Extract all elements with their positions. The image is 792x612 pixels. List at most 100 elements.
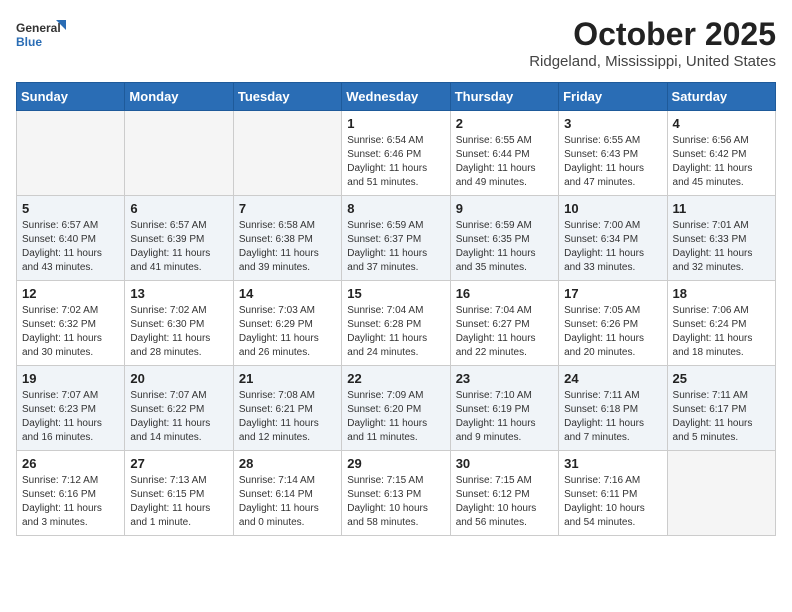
calendar-cell: 24 Sunrise: 7:11 AM Sunset: 6:18 PM Dayli…	[559, 366, 667, 451]
page-header: General Blue October 2025 Ridgeland, Mis…	[16, 16, 776, 70]
calendar-cell: 31 Sunrise: 7:16 AM Sunset: 6:11 PM Dayli…	[559, 451, 667, 536]
calendar-cell: 20 Sunrise: 7:07 AM Sunset: 6:22 PM Dayli…	[125, 366, 233, 451]
calendar-cell: 2 Sunrise: 6:55 AM Sunset: 6:44 PM Daylig…	[450, 111, 558, 196]
calendar-cell	[17, 111, 125, 196]
day-number: 20	[130, 371, 227, 386]
calendar-cell: 10 Sunrise: 7:00 AM Sunset: 6:34 PM Dayli…	[559, 196, 667, 281]
day-number: 1	[347, 116, 444, 131]
calendar-cell: 14 Sunrise: 7:03 AM Sunset: 6:29 PM Dayli…	[233, 281, 341, 366]
day-info: Sunrise: 7:00 AM Sunset: 6:34 PM Dayligh…	[564, 219, 661, 275]
day-number: 25	[673, 371, 770, 386]
calendar-cell: 29Sunrise: 7:15 AM Sunset: 6:13 PM Dayli…	[342, 451, 450, 536]
calendar-cell: 21 Sunrise: 7:08 AM Sunset: 6:21 PM Dayli…	[233, 366, 341, 451]
week-row-3: 12 Sunrise: 7:02 AM Sunset: 6:32 PM Dayli…	[17, 281, 776, 366]
day-number: 16	[456, 286, 553, 301]
calendar-cell: 3 Sunrise: 6:55 AM Sunset: 6:43 PM Daylig…	[559, 111, 667, 196]
day-info: Sunrise: 7:15 AM Sunset: 6:12 PM Dayligh…	[456, 474, 553, 530]
day-number: 28	[239, 456, 336, 471]
calendar-cell: 17 Sunrise: 7:05 AM Sunset: 6:26 PM Dayli…	[559, 281, 667, 366]
day-number: 2	[456, 116, 553, 131]
logo: General Blue	[16, 16, 66, 54]
calendar-cell: 25 Sunrise: 7:11 AM Sunset: 6:17 PM Dayli…	[667, 366, 775, 451]
weekday-header-wednesday: Wednesday	[342, 83, 450, 111]
day-info: Sunrise: 7:14 AM Sunset: 6:14 PM Dayligh…	[239, 474, 336, 530]
calendar-cell: 11 Sunrise: 7:01 AM Sunset: 6:33 PM Dayli…	[667, 196, 775, 281]
calendar-cell: 28 Sunrise: 7:14 AM Sunset: 6:14 PM Dayli…	[233, 451, 341, 536]
day-number: 12	[22, 286, 119, 301]
day-number: 18	[673, 286, 770, 301]
logo-icon: General Blue	[16, 16, 66, 54]
day-number: 27	[130, 456, 227, 471]
day-info: Sunrise: 7:02 AM Sunset: 6:32 PM Dayligh…	[22, 304, 119, 360]
day-number: 10	[564, 201, 661, 216]
calendar-cell: 15 Sunrise: 7:04 AM Sunset: 6:28 PM Dayli…	[342, 281, 450, 366]
calendar-cell: 30 Sunrise: 7:15 AM Sunset: 6:12 PM Dayli…	[450, 451, 558, 536]
day-info: Sunrise: 7:01 AM Sunset: 6:33 PM Dayligh…	[673, 219, 770, 275]
day-number: 6	[130, 201, 227, 216]
day-info: Sunrise: 7:10 AM Sunset: 6:19 PM Dayligh…	[456, 389, 553, 445]
calendar-cell: 9Sunrise: 6:59 AM Sunset: 6:35 PM Daylig…	[450, 196, 558, 281]
weekday-header-friday: Friday	[559, 83, 667, 111]
day-number: 30	[456, 456, 553, 471]
weekday-header-thursday: Thursday	[450, 83, 558, 111]
calendar-cell: 5 Sunrise: 6:57 AM Sunset: 6:40 PM Daylig…	[17, 196, 125, 281]
day-info: Sunrise: 7:11 AM Sunset: 6:18 PM Dayligh…	[564, 389, 661, 445]
calendar-table: SundayMondayTuesdayWednesdayThursdayFrid…	[16, 82, 776, 536]
day-info: Sunrise: 6:54 AM Sunset: 6:46 PM Dayligh…	[347, 134, 444, 190]
day-info: Sunrise: 6:55 AM Sunset: 6:44 PM Dayligh…	[456, 134, 553, 190]
day-info: Sunrise: 7:07 AM Sunset: 6:23 PM Dayligh…	[22, 389, 119, 445]
day-info: Sunrise: 7:09 AM Sunset: 6:20 PM Dayligh…	[347, 389, 444, 445]
day-info: Sunrise: 7:04 AM Sunset: 6:27 PM Dayligh…	[456, 304, 553, 360]
day-number: 14	[239, 286, 336, 301]
day-info: Sunrise: 6:57 AM Sunset: 6:40 PM Dayligh…	[22, 219, 119, 275]
day-info: Sunrise: 6:57 AM Sunset: 6:39 PM Dayligh…	[130, 219, 227, 275]
day-number: 29	[347, 456, 444, 471]
day-info: Sunrise: 6:59 AM Sunset: 6:35 PM Dayligh…	[456, 219, 553, 275]
day-number: 15	[347, 286, 444, 301]
day-number: 26	[22, 456, 119, 471]
day-info: Sunrise: 7:08 AM Sunset: 6:21 PM Dayligh…	[239, 389, 336, 445]
week-row-4: 19Sunrise: 7:07 AM Sunset: 6:23 PM Dayli…	[17, 366, 776, 451]
calendar-cell: 4Sunrise: 6:56 AM Sunset: 6:42 PM Daylig…	[667, 111, 775, 196]
day-info: Sunrise: 6:59 AM Sunset: 6:37 PM Dayligh…	[347, 219, 444, 275]
day-number: 17	[564, 286, 661, 301]
day-number: 8	[347, 201, 444, 216]
day-info: Sunrise: 7:12 AM Sunset: 6:16 PM Dayligh…	[22, 474, 119, 530]
calendar-cell: 19Sunrise: 7:07 AM Sunset: 6:23 PM Dayli…	[17, 366, 125, 451]
svg-text:Blue: Blue	[16, 35, 42, 49]
day-info: Sunrise: 7:05 AM Sunset: 6:26 PM Dayligh…	[564, 304, 661, 360]
day-info: Sunrise: 7:04 AM Sunset: 6:28 PM Dayligh…	[347, 304, 444, 360]
calendar-cell	[667, 451, 775, 536]
calendar-cell: 7 Sunrise: 6:58 AM Sunset: 6:38 PM Daylig…	[233, 196, 341, 281]
day-info: Sunrise: 7:16 AM Sunset: 6:11 PM Dayligh…	[564, 474, 661, 530]
day-number: 23	[456, 371, 553, 386]
day-number: 5	[22, 201, 119, 216]
day-info: Sunrise: 6:58 AM Sunset: 6:38 PM Dayligh…	[239, 219, 336, 275]
calendar-cell	[125, 111, 233, 196]
day-info: Sunrise: 7:11 AM Sunset: 6:17 PM Dayligh…	[673, 389, 770, 445]
day-info: Sunrise: 6:56 AM Sunset: 6:42 PM Dayligh…	[673, 134, 770, 190]
day-info: Sunrise: 7:03 AM Sunset: 6:29 PM Dayligh…	[239, 304, 336, 360]
calendar-cell: 26 Sunrise: 7:12 AM Sunset: 6:16 PM Dayli…	[17, 451, 125, 536]
day-number: 7	[239, 201, 336, 216]
day-number: 21	[239, 371, 336, 386]
calendar-cell: 27Sunrise: 7:13 AM Sunset: 6:15 PM Dayli…	[125, 451, 233, 536]
calendar-cell: 1 Sunrise: 6:54 AM Sunset: 6:46 PM Daylig…	[342, 111, 450, 196]
calendar-cell: 22Sunrise: 7:09 AM Sunset: 6:20 PM Dayli…	[342, 366, 450, 451]
calendar-cell: 13Sunrise: 7:02 AM Sunset: 6:30 PM Dayli…	[125, 281, 233, 366]
day-number: 11	[673, 201, 770, 216]
title-area: October 2025 Ridgeland, Mississippi, Uni…	[529, 16, 776, 70]
day-info: Sunrise: 7:07 AM Sunset: 6:22 PM Dayligh…	[130, 389, 227, 445]
svg-text:General: General	[16, 21, 61, 35]
weekday-header-monday: Monday	[125, 83, 233, 111]
calendar-cell	[233, 111, 341, 196]
day-number: 3	[564, 116, 661, 131]
day-number: 24	[564, 371, 661, 386]
calendar-subtitle: Ridgeland, Mississippi, United States	[529, 53, 776, 70]
calendar-cell: 12 Sunrise: 7:02 AM Sunset: 6:32 PM Dayli…	[17, 281, 125, 366]
day-number: 31	[564, 456, 661, 471]
day-info: Sunrise: 7:06 AM Sunset: 6:24 PM Dayligh…	[673, 304, 770, 360]
weekday-header-tuesday: Tuesday	[233, 83, 341, 111]
week-row-5: 26 Sunrise: 7:12 AM Sunset: 6:16 PM Dayli…	[17, 451, 776, 536]
day-info: Sunrise: 6:55 AM Sunset: 6:43 PM Dayligh…	[564, 134, 661, 190]
